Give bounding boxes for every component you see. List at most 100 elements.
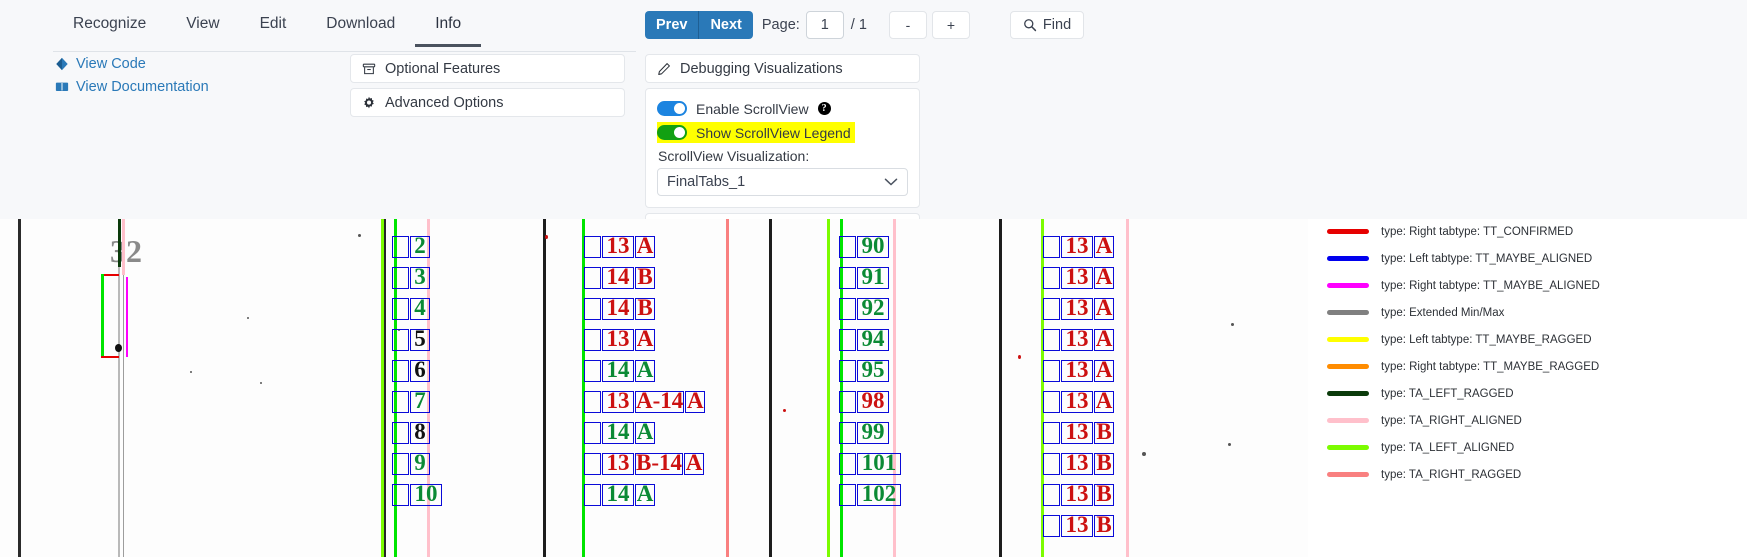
word-box: 92	[857, 294, 889, 320]
noise-speck	[247, 317, 249, 319]
word-box-empty	[1043, 235, 1060, 258]
tab-region-box	[101, 356, 119, 358]
scrollview-visualization-select[interactable]: FinalTabs_1	[657, 168, 908, 196]
word-box: A-14	[635, 389, 685, 413]
text-line: 13 B	[1043, 510, 1115, 541]
word-box-empty	[392, 328, 409, 351]
word-text: A	[1095, 356, 1113, 382]
find-button-label: Find	[1042, 17, 1072, 33]
legend-label: type: TA_RIGHT_RAGGED	[1381, 468, 1522, 481]
legend-label: type: TA_LEFT_ALIGNED	[1381, 441, 1515, 454]
ta-left-aligned-rail	[101, 274, 104, 358]
ta-right-aligned-rail	[726, 219, 729, 557]
toggle-knob	[674, 127, 685, 138]
advanced-options-accordion[interactable]: Advanced Options	[350, 88, 625, 117]
text-line: 3	[392, 262, 443, 293]
tab-view[interactable]: View	[166, 10, 239, 47]
show-scrollview-legend-toggle[interactable]	[657, 125, 687, 140]
text-line: 13 A	[1043, 293, 1115, 324]
column-separator-line	[384, 219, 386, 557]
page-label: Page:	[761, 17, 800, 33]
view-code-link[interactable]: View Code	[55, 54, 209, 74]
scrollview-legend: type: Right tabtype: TT_CONFIRMED type: L…	[1327, 218, 1747, 488]
text-line: 13 A	[584, 324, 706, 355]
word-text: 14	[606, 356, 630, 382]
word-box: 14	[602, 356, 634, 382]
word-box-empty	[839, 235, 856, 258]
word-box: A	[1094, 389, 1114, 413]
word-text: B	[637, 294, 653, 320]
word-box: A	[635, 480, 655, 506]
word-text: 3	[414, 263, 426, 289]
find-button[interactable]: Find	[1009, 11, 1085, 39]
word-text: 92	[861, 294, 885, 320]
word-box-empty	[839, 266, 856, 289]
word-box-empty	[1043, 514, 1060, 537]
word-text: 14	[606, 480, 630, 506]
prev-page-button[interactable]: Prev	[645, 11, 700, 39]
legend-label: type: Left tabtype: TT_MAYBE_ALIGNED	[1381, 252, 1593, 265]
word-box: 13	[1061, 420, 1093, 444]
word-box: 13	[1061, 327, 1093, 351]
legend-color-swatch	[1327, 364, 1369, 369]
noise-speck	[1142, 452, 1146, 456]
zoom-out-button[interactable]: -	[888, 11, 927, 39]
word-box-empty	[584, 235, 601, 258]
word-box-empty	[839, 328, 856, 351]
text-line: 98	[839, 386, 902, 417]
enable-scrollview-toggle[interactable]	[657, 101, 687, 116]
show-scrollview-legend-label: Show ScrollView Legend	[696, 124, 851, 141]
word-box-empty	[584, 359, 601, 382]
tab-recognize[interactable]: Recognize	[53, 10, 166, 47]
word-text: A	[1095, 294, 1113, 320]
ta-left-aligned-rail	[827, 219, 830, 557]
word-text: A	[636, 480, 654, 506]
word-text: 2	[414, 232, 426, 258]
optional-features-accordion[interactable]: Optional Features	[350, 54, 625, 83]
legend-label: type: TA_RIGHT_ALIGNED	[1381, 414, 1522, 427]
code-diamond-icon	[55, 57, 69, 71]
word-box: A	[685, 389, 706, 413]
next-page-button[interactable]: Next	[699, 11, 753, 39]
word-box-empty	[1043, 359, 1060, 382]
word-text: A	[636, 232, 654, 258]
legend-row: type: TA_LEFT_RAGGED	[1327, 380, 1747, 407]
word-box: B-14	[635, 451, 683, 475]
tab-download[interactable]: Download	[306, 10, 415, 47]
noise-speck	[1231, 323, 1234, 326]
word-box-empty	[839, 483, 856, 506]
word-box-empty	[584, 452, 601, 475]
noise-speck	[358, 234, 361, 237]
word-box-empty	[392, 390, 409, 413]
legend-color-swatch	[1327, 445, 1369, 450]
view-documentation-link[interactable]: View Documentation	[55, 77, 209, 97]
word-box: 13	[1061, 358, 1093, 382]
word-box: 102	[857, 480, 901, 506]
page-number-input[interactable]	[805, 11, 844, 39]
legend-label: type: Right tabtype: TT_MAYBE_ALIGNED	[1381, 279, 1600, 292]
legend-row: type: TA_RIGHT_RAGGED	[1327, 461, 1747, 488]
word-box-empty	[392, 483, 409, 506]
word-text: 102	[861, 480, 897, 506]
debugging-visualizations-accordion[interactable]: Debugging Visualizations	[645, 54, 920, 83]
text-line: 13 B	[1043, 479, 1115, 510]
pencil-icon	[657, 62, 671, 76]
word-text: 13	[1065, 511, 1089, 537]
word-text: B	[1096, 449, 1112, 475]
text-line: 13 A	[1043, 262, 1115, 293]
word-box: 13	[1061, 482, 1093, 506]
gear-icon	[362, 96, 376, 110]
tt-maybe-aligned-rail	[126, 277, 129, 357]
help-icon[interactable]: ?	[817, 102, 831, 115]
document-column-3: 90 91 92 94 95 98 99 101 102	[839, 231, 902, 510]
column-separator-line	[769, 219, 772, 557]
word-text: 13	[606, 387, 630, 413]
tab-edit[interactable]: Edit	[240, 10, 307, 47]
tab-info[interactable]: Info	[415, 10, 482, 47]
nav-divider	[53, 51, 636, 52]
word-text: A	[1095, 232, 1113, 258]
zoom-in-button[interactable]: +	[931, 11, 970, 39]
word-box: 101	[857, 451, 901, 475]
enable-scrollview-row: Enable ScrollView ?	[657, 98, 908, 119]
text-line: 14 A	[584, 355, 706, 386]
